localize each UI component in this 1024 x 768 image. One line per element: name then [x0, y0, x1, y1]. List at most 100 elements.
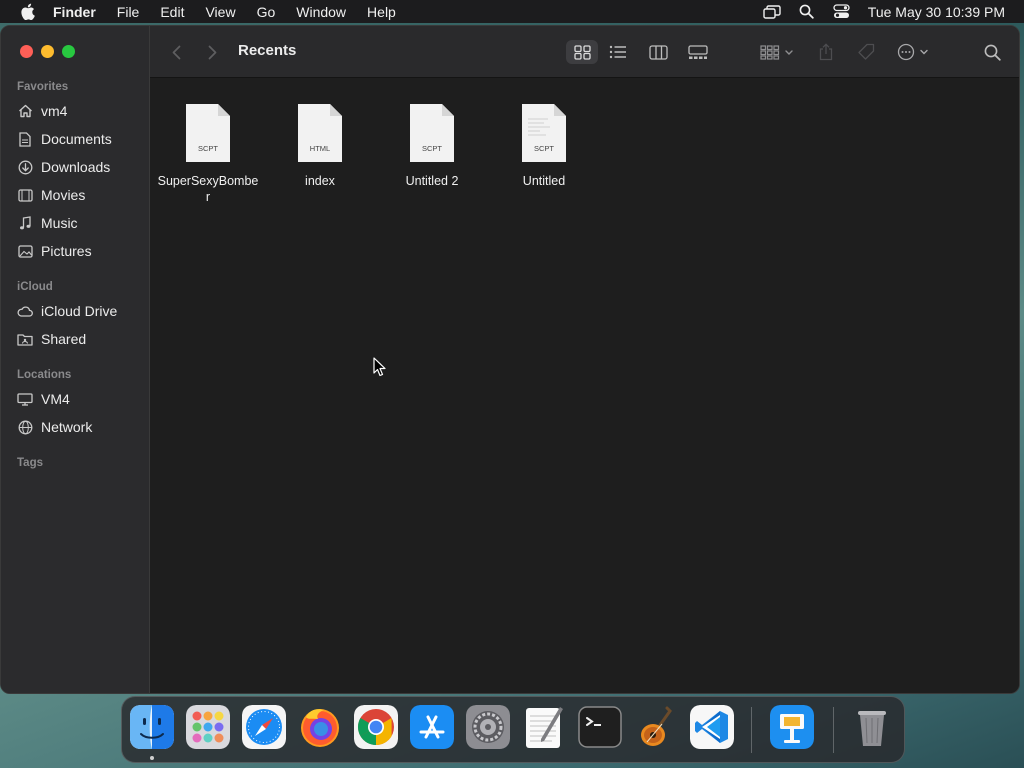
finder-window: Favorites vm4 Documents Downloads Movies… [0, 25, 1020, 694]
close-button[interactable] [20, 45, 33, 58]
sidebar-item-shared[interactable]: Shared [17, 328, 86, 350]
sidebar-item-label: Downloads [41, 159, 111, 175]
file-extension-label: HTML [309, 144, 331, 153]
sidebar-item-label: iCloud Drive [41, 303, 118, 319]
tag-button[interactable] [854, 40, 878, 64]
icon-view-button[interactable] [566, 40, 598, 64]
zoom-button[interactable] [62, 45, 75, 58]
control-center-icon[interactable] [832, 2, 852, 22]
dock-separator [751, 707, 752, 753]
menu-window[interactable]: Window [296, 4, 346, 20]
column-view-button[interactable] [644, 40, 672, 64]
file-item[interactable]: SCPT SuperSexyBomber [156, 103, 260, 205]
dock-finder-icon[interactable] [130, 705, 174, 749]
menu-view[interactable]: View [205, 4, 235, 20]
dock [121, 696, 905, 763]
toolbar: Recents [150, 26, 1019, 78]
menu-file[interactable]: File [117, 4, 140, 20]
home-icon [17, 103, 33, 119]
sidebar-item-label: Network [41, 419, 93, 435]
gallery-view-button[interactable] [683, 40, 713, 64]
file-extension-label: SCPT [197, 144, 218, 153]
dock-trash-icon[interactable] [850, 705, 894, 749]
file-name: Untitled [522, 174, 566, 188]
sidebar-item-label: vm4 [41, 103, 68, 119]
dock-vscode-icon[interactable] [690, 705, 734, 749]
html-file-icon: HTML [296, 103, 344, 163]
file-item[interactable]: HTML index [268, 103, 372, 189]
download-icon [17, 159, 33, 175]
menu-bar: Finder File Edit View Go Window Help Tue… [0, 0, 1024, 23]
share-button[interactable] [815, 40, 837, 64]
shared-folder-icon [17, 331, 33, 347]
script-file-icon: SCPT [184, 103, 232, 163]
menu-clock[interactable]: Tue May 30 10:39 PM [868, 4, 1005, 20]
sidebar-item-label: Shared [41, 331, 87, 347]
music-note-icon [17, 215, 33, 231]
file-name: Untitled 2 [405, 174, 459, 188]
file-item[interactable]: SCPT Untitled 2 [380, 103, 484, 189]
mouse-cursor-icon [373, 357, 387, 377]
finder-running-indicator [150, 756, 154, 760]
sidebar: Favorites vm4 Documents Downloads Movies… [1, 26, 150, 693]
display-icon [17, 391, 33, 407]
dock-terminal-icon[interactable] [578, 705, 622, 749]
group-by-button[interactable] [758, 40, 798, 64]
file-extension-label: SCPT [421, 144, 442, 153]
sidebar-section-favorites: Favorites [17, 81, 69, 93]
sidebar-item-label: Music [41, 215, 78, 231]
sidebar-item-icloud-drive[interactable]: iCloud Drive [17, 300, 117, 322]
file-name: index [305, 174, 335, 188]
cloud-icon [17, 303, 33, 319]
dock-keynote-icon[interactable] [770, 705, 814, 749]
menu-edit[interactable]: Edit [160, 4, 184, 20]
screen-mirroring-icon[interactable] [762, 2, 782, 22]
sidebar-section-tags: Tags [17, 457, 43, 469]
file-browser-area[interactable]: SCPT SuperSexyBomber HTML index SCPT Unt… [150, 79, 1019, 693]
list-view-button[interactable] [604, 40, 632, 64]
dock-separator [833, 707, 834, 753]
file-item[interactable]: SCPT Untitled [492, 103, 596, 189]
menu-app-finder[interactable]: Finder [53, 4, 96, 20]
dock-chrome-icon[interactable] [354, 705, 398, 749]
globe-icon [17, 419, 33, 435]
sidebar-item-label: VM4 [41, 391, 70, 407]
sidebar-item-music[interactable]: Music [17, 212, 78, 234]
dock-launchpad-icon[interactable] [186, 705, 230, 749]
window-title: Recents [238, 42, 297, 59]
search-button[interactable] [981, 40, 1003, 64]
sidebar-section-icloud: iCloud [17, 281, 53, 293]
dock-system-settings-icon[interactable] [466, 705, 510, 749]
sidebar-item-label: Pictures [41, 243, 92, 259]
forward-button[interactable] [202, 40, 222, 64]
dock-textedit-icon[interactable] [522, 705, 566, 749]
sidebar-item-network[interactable]: Network [17, 416, 92, 438]
dock-safari-icon[interactable] [242, 705, 286, 749]
document-icon [17, 131, 33, 147]
sidebar-item-documents[interactable]: Documents [17, 128, 112, 150]
sidebar-item-label: Movies [41, 187, 86, 203]
sidebar-section-locations: Locations [17, 369, 72, 381]
dock-app-store-icon[interactable] [410, 705, 454, 749]
sidebar-item-downloads[interactable]: Downloads [17, 156, 110, 178]
sidebar-item-label: Documents [41, 131, 112, 147]
window-controls [20, 45, 75, 58]
sidebar-item-movies[interactable]: Movies [17, 184, 85, 206]
dock-firefox-icon[interactable] [298, 705, 342, 749]
sidebar-item-vm4-disk[interactable]: VM4 [17, 388, 70, 410]
apple-menu-icon[interactable] [17, 2, 37, 22]
action-menu-button[interactable] [895, 40, 935, 64]
photo-icon [17, 243, 33, 259]
file-extension-label: SCPT [533, 144, 554, 153]
spotlight-search-icon[interactable] [797, 2, 817, 22]
menu-help[interactable]: Help [367, 4, 396, 20]
script-file-icon: SCPT [408, 103, 456, 163]
sidebar-item-pictures[interactable]: Pictures [17, 240, 92, 262]
menu-go[interactable]: Go [257, 4, 276, 20]
minimize-button[interactable] [41, 45, 54, 58]
film-icon [17, 187, 33, 203]
back-button[interactable] [166, 40, 186, 64]
sidebar-item-vm4[interactable]: vm4 [17, 100, 67, 122]
dock-garageband-icon[interactable] [634, 705, 678, 749]
script-file-icon: SCPT [520, 103, 568, 163]
